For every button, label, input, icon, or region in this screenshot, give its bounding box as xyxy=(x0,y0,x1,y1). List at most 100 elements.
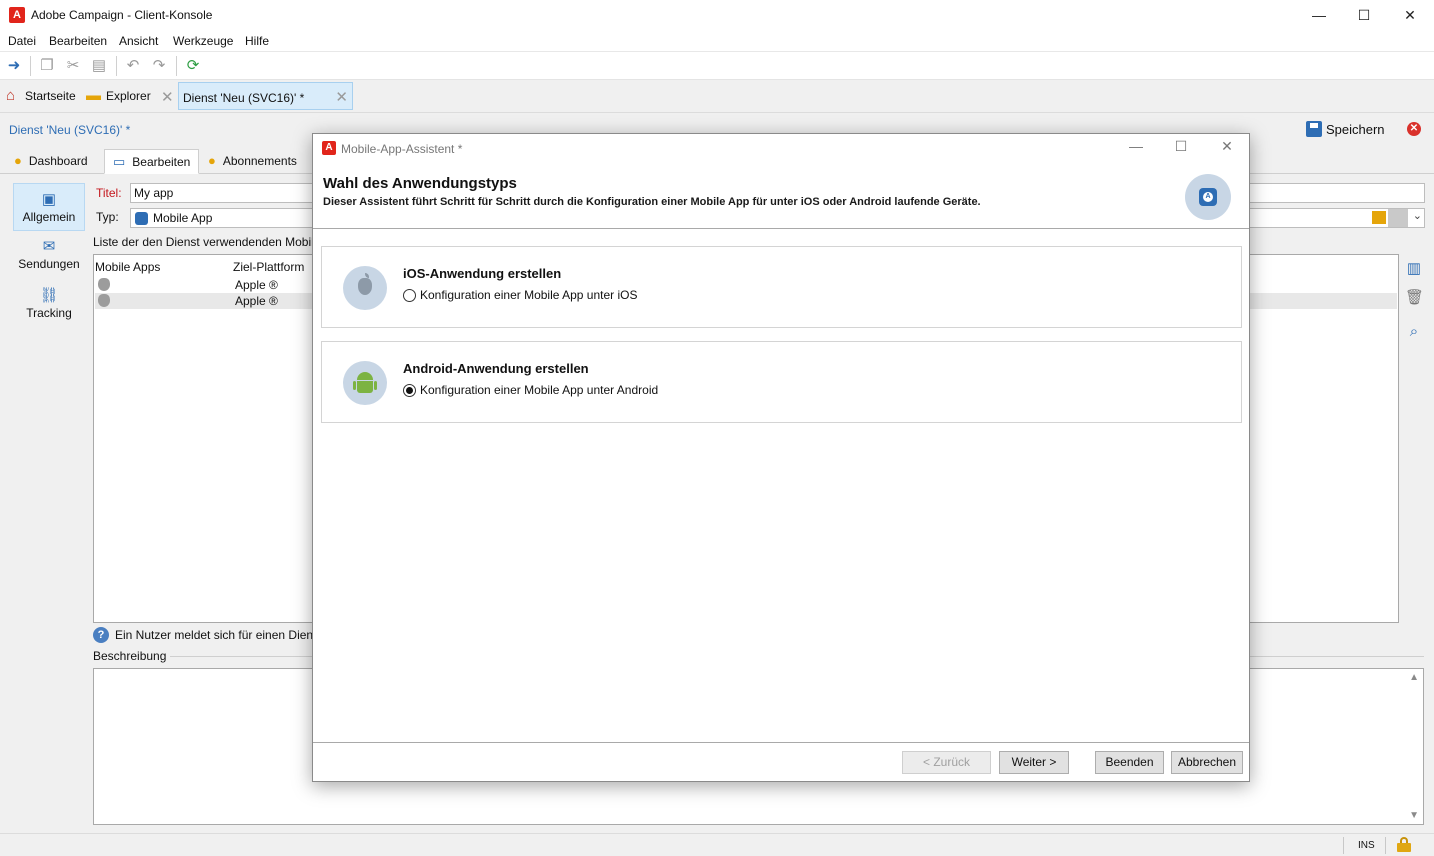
search-icon[interactable]: ⌕ xyxy=(1405,323,1423,341)
tab-bearbeiten[interactable]: ▭ Bearbeiten xyxy=(104,149,200,174)
apple-icon xyxy=(98,278,110,291)
toolbar: ➜ ❐ ✂ ▤ ↶ ↷ ⟳ xyxy=(0,51,1434,80)
sidebar-item-label: Tracking xyxy=(26,306,72,320)
close-window-button[interactable]: ✕ xyxy=(1387,0,1433,31)
tab-dashboard[interactable]: ● Dashboard xyxy=(6,149,96,174)
ios-radio-label[interactable]: Konfiguration einer Mobile App unter iOS xyxy=(420,288,637,302)
scroll-up-icon[interactable]: ▲ xyxy=(1409,672,1419,683)
cut-icon[interactable]: ✂ xyxy=(64,57,82,75)
dialog-close-button[interactable]: ✕ xyxy=(1215,138,1239,158)
list-caption: Liste der den Dienst verwendenden Mobile xyxy=(93,235,321,249)
ios-option-card[interactable]: iOS-Anwendung erstellen Konfiguration ei… xyxy=(321,246,1242,328)
close-tab-icon[interactable]: ✕ xyxy=(161,88,174,106)
back-button[interactable]: < Zurück xyxy=(902,751,991,774)
document-tab[interactable]: Dienst 'Neu (SVC16)' * ✕ xyxy=(178,82,353,110)
status-bar: INS xyxy=(0,833,1434,856)
android-radio-label[interactable]: Konfiguration einer Mobile App unter And… xyxy=(420,383,658,397)
folder-icon[interactable] xyxy=(1372,211,1386,224)
platform-cell: Apple ® xyxy=(235,294,278,308)
menu-hilfe[interactable]: Hilfe xyxy=(245,34,269,48)
dialog-maximize-button[interactable]: ☐ xyxy=(1169,138,1193,158)
dialog-subheading: Dieser Assistent führt Schritt für Schri… xyxy=(323,196,981,208)
undo-icon[interactable]: ↶ xyxy=(124,57,142,75)
save-label: Speichern xyxy=(1326,122,1385,137)
envelope-icon: ✉ xyxy=(42,238,56,255)
menu-datei[interactable]: Datei xyxy=(8,34,36,48)
next-button[interactable]: Weiter > xyxy=(999,751,1069,774)
android-icon xyxy=(343,361,387,405)
menu-werkzeuge[interactable]: Werkzeuge xyxy=(173,34,233,48)
dialog-footer-divider xyxy=(313,742,1249,743)
maximize-button[interactable]: ☐ xyxy=(1341,0,1387,31)
lock-icon xyxy=(1397,837,1411,852)
type-label: Typ: xyxy=(96,210,119,224)
tab-bearbeiten-label: Bearbeiten xyxy=(132,155,191,169)
add-item-icon[interactable]: ▥ xyxy=(1405,259,1423,277)
ios-option-title: iOS-Anwendung erstellen xyxy=(403,266,562,281)
apple-icon xyxy=(343,266,387,310)
sidebar-item-sendungen[interactable]: ✉ Sendungen xyxy=(13,231,85,277)
help-text: Ein Nutzer meldet sich für einen Diens xyxy=(115,628,320,642)
sidebar-item-allgemein[interactable]: ▣ Allgemein xyxy=(13,183,85,231)
tab-dashboard-label: Dashboard xyxy=(28,154,88,168)
close-editor-icon[interactable]: ✕ xyxy=(1407,122,1421,136)
nav-startseite[interactable]: Startseite xyxy=(25,89,76,103)
divider xyxy=(1385,837,1386,854)
chevron-down-icon[interactable]: ⌄ xyxy=(1413,209,1422,222)
android-option-card[interactable]: Android-Anwendung erstellen Konfiguratio… xyxy=(321,341,1242,423)
dialog-heading: Wahl des Anwendungstyps xyxy=(323,175,517,192)
badge-letter: A xyxy=(1203,192,1213,202)
mobile-app-wizard-dialog: A Mobile-App-Assistent * — ☐ ✕ Wahl des … xyxy=(312,133,1250,782)
toolbar-separator xyxy=(176,56,177,76)
form-icon: ▭ xyxy=(113,154,126,169)
window-title: Adobe Campaign - Client-Konsole xyxy=(31,8,213,22)
link-icon: ⛓ xyxy=(39,287,59,304)
divider xyxy=(1343,837,1344,854)
column-header-mobile-apps[interactable]: Mobile Apps xyxy=(95,260,160,274)
mobile-app-icon xyxy=(135,212,148,225)
toolbar-separator xyxy=(116,56,117,76)
minimize-button[interactable]: — xyxy=(1296,0,1342,31)
radio-unchecked[interactable] xyxy=(403,289,416,302)
tab-abonnements-label: Abonnements xyxy=(222,154,297,168)
breadcrumb[interactable]: Dienst 'Neu (SVC16)' * xyxy=(9,123,130,137)
copy-icon[interactable]: ❐ xyxy=(38,57,56,75)
close-document-tab-icon[interactable]: ✕ xyxy=(335,88,348,106)
adobe-logo-icon: A xyxy=(9,7,25,23)
navigation-bar: ⌂ Startseite ▬ Explorer ✕ Dienst 'Neu (S… xyxy=(0,80,1434,113)
cancel-button[interactable]: Abbrechen xyxy=(1171,751,1243,774)
column-header-ziel-plattform[interactable]: Ziel-Plattform xyxy=(233,260,304,274)
menu-bearbeiten[interactable]: Bearbeiten xyxy=(49,34,107,48)
sidebar-item-tracking[interactable]: ⛓ Tracking xyxy=(13,280,85,326)
dialog-header: Wahl des Anwendungstyps Dieser Assistent… xyxy=(313,163,1249,229)
redo-icon[interactable]: ↷ xyxy=(150,57,168,75)
home-icon: ⌂ xyxy=(6,87,16,104)
sidebar-item-label: Allgemein xyxy=(22,210,76,224)
dialog-title: Mobile-App-Assistent * xyxy=(341,142,463,156)
document-tab-label: Dienst 'Neu (SVC16)' * xyxy=(183,91,305,105)
menu-bar: Datei Bearbeiten Ansicht Werkzeuge Hilfe xyxy=(0,31,1434,51)
person-icon: ● xyxy=(208,153,216,168)
refresh-icon[interactable]: ⟳ xyxy=(184,57,202,75)
tab-abonnements[interactable]: ● Abonnements xyxy=(200,149,305,174)
type-value: Mobile App xyxy=(153,211,213,225)
radio-checked[interactable] xyxy=(403,384,416,397)
clipboard-icon: ▣ xyxy=(41,191,57,208)
android-option-title: Android-Anwendung erstellen xyxy=(403,361,589,376)
finish-button[interactable]: Beenden xyxy=(1095,751,1164,774)
dialog-minimize-button[interactable]: — xyxy=(1124,138,1148,158)
paste-icon[interactable]: ▤ xyxy=(90,57,108,75)
link-button[interactable] xyxy=(1388,209,1408,227)
platform-cell: Apple ® xyxy=(235,278,278,292)
menu-ansicht[interactable]: Ansicht xyxy=(119,34,158,48)
nav-explorer[interactable]: Explorer xyxy=(106,89,151,103)
login-icon[interactable]: ➜ xyxy=(5,57,23,75)
dialog-titlebar: A Mobile-App-Assistent * — ☐ ✕ xyxy=(313,134,1249,163)
sidebar-item-label: Sendungen xyxy=(18,257,80,271)
scroll-down-icon[interactable]: ▼ xyxy=(1409,810,1419,821)
save-button[interactable]: Speichern xyxy=(1306,121,1385,139)
trash-icon[interactable]: 🗑 xyxy=(1405,288,1424,306)
person-icon: ● xyxy=(14,153,22,168)
adobe-logo-icon: A xyxy=(322,141,336,155)
save-icon xyxy=(1306,121,1322,137)
